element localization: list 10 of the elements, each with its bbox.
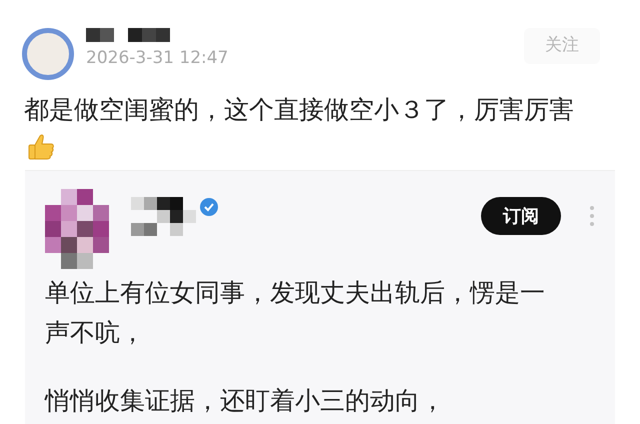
quoted-post-card[interactable]: 订阅 单位上有位女同事，发现丈夫出轨后，愣是一声不吭， 悄悄收集证据，还盯着小三的动向， xyxy=(25,170,615,424)
avatar[interactable] xyxy=(22,28,74,80)
pixelated-name xyxy=(131,197,197,237)
quoted-post-paragraph: 单位上有位女同事，发现丈夫出轨后，愣是一声不吭， xyxy=(45,277,546,349)
quoted-post-paragraph: 悄悄收集证据，还盯着小三的动向， xyxy=(45,385,446,417)
thumbs-up-icon xyxy=(26,132,56,162)
post-timestamp: 2026-3-31 12:47 xyxy=(86,47,228,70)
subscribe-button[interactable]: 订阅 xyxy=(481,197,561,235)
post-text: 都是做空闺蜜的，这个直接做空小３了，厉害厉害 xyxy=(23,94,575,126)
more-options-icon[interactable] xyxy=(589,205,595,227)
